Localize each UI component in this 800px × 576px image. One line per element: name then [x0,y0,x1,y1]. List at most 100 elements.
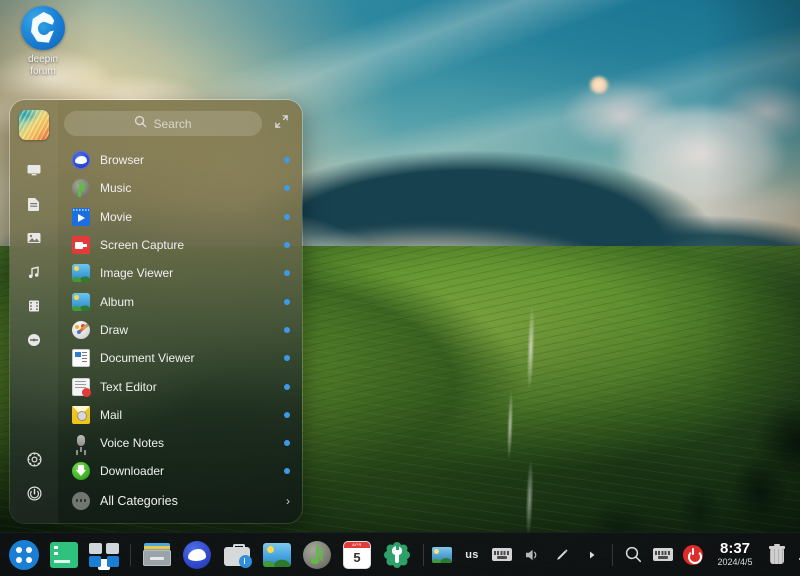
microphone-icon [72,434,90,452]
sidebar-item-graphics[interactable] [20,224,48,252]
sidebar-item-video[interactable] [20,292,48,320]
tray-item-shutdown[interactable] [679,541,707,569]
dock-item-settings[interactable] [379,537,415,573]
document-icon [72,349,90,367]
app-running-indicator [284,299,290,305]
music-note-icon [26,264,42,280]
launcher-sidebar [10,100,58,523]
tray-item-keyboard[interactable] [649,541,677,569]
app-item-downloader[interactable]: Downloader [58,457,302,485]
tray-item-brightness[interactable] [548,541,576,569]
app-label: Mail [100,408,274,422]
music-icon [303,541,331,569]
tray-item-search[interactable] [619,541,647,569]
launcher-menu[interactable]: Search Browser [9,99,303,524]
app-label: Browser [100,153,274,167]
tray-item-trash[interactable] [763,541,791,569]
app-item-image-viewer[interactable]: Image Viewer [58,259,302,287]
tray-item-notifications[interactable] [793,541,800,569]
document-icon [26,196,42,212]
grid-dots-icon [9,540,39,570]
clock-date: 2024/4/5 [717,557,752,568]
app-item-screen-capture[interactable]: Screen Capture [58,231,302,259]
monitor-icon [26,162,42,178]
expand-fullscreen-button[interactable] [270,113,292,135]
user-avatar[interactable] [19,110,49,140]
dock-separator [612,544,613,566]
launcher-button[interactable] [6,537,42,573]
desktop-icon-deepin-forum[interactable]: deepin forum [6,6,80,84]
app-running-indicator [284,355,290,361]
multitasking-icon [89,543,119,567]
app-running-indicator [284,412,290,418]
search-icon [624,545,643,564]
tray-expand-button[interactable] [578,541,606,569]
app-running-indicator [284,440,290,446]
volume-icon [523,546,541,564]
app-list[interactable]: Browser Music Movie Screen Capture I [58,144,302,523]
dock-item-terminal[interactable] [46,537,82,573]
dock-item-file-manager[interactable] [139,537,175,573]
sidebar-item-settings[interactable] [20,445,48,473]
app-label: Text Editor [100,380,274,394]
browser-icon [183,541,211,569]
app-store-icon [224,544,250,566]
tray-item-screenshot[interactable] [428,541,456,569]
gear-icon [26,451,43,468]
clock[interactable]: 8:37 2024/4/5 [709,541,761,568]
sidebar-item-display[interactable] [20,156,48,184]
app-item-browser[interactable]: Browser [58,146,302,174]
system-tray: us [428,541,800,569]
image-icon [26,230,42,246]
tray-item-keyboard-layout[interactable]: us [458,541,486,569]
taskbar-dock[interactable]: APR 5 us [0,532,800,576]
app-item-text-editor[interactable]: Text Editor [58,372,302,400]
movie-icon [72,208,90,226]
expand-arrows-icon [274,114,289,134]
tray-item-onboard-keyboard[interactable] [488,541,516,569]
search-input[interactable]: Search [64,111,262,136]
tray-item-volume[interactable] [518,541,546,569]
app-item-document-viewer[interactable]: Document Viewer [58,344,302,372]
dock-app-area: APR 5 [0,537,428,573]
deepin-logo-icon [21,6,65,50]
image-viewer-icon [263,543,291,567]
app-item-music[interactable]: Music [58,174,302,202]
app-running-indicator [284,384,290,390]
dock-item-app-store[interactable] [219,537,255,573]
app-item-movie[interactable]: Movie [58,203,302,231]
app-running-indicator [284,242,290,248]
sidebar-item-office[interactable] [20,190,48,218]
film-strip-icon [26,298,42,314]
app-item-mail[interactable]: Mail [58,401,302,429]
settings-icon [383,541,411,569]
dock-item-music[interactable] [299,537,335,573]
image-icon [72,264,90,282]
text-editor-icon [72,378,90,396]
launcher-main: Search Browser [58,100,302,523]
trash-icon [769,546,785,564]
draw-icon [72,321,90,339]
album-icon [72,293,90,311]
app-label: Downloader [100,464,274,478]
sidebar-item-system[interactable] [20,326,48,354]
dock-item-multitasking[interactable] [86,537,122,573]
sidebar-item-music[interactable] [20,258,48,286]
mail-icon [72,406,90,424]
app-item-album[interactable]: Album [58,287,302,315]
desktop-icon-label-line1: deepin [28,54,58,66]
calendar-day: 5 [344,549,370,567]
all-categories-label: All Categories [100,494,276,508]
app-item-voice-notes[interactable]: Voice Notes [58,429,302,457]
file-manager-icon [143,543,171,567]
dock-item-calendar[interactable]: APR 5 [339,537,375,573]
dock-item-image-viewer[interactable] [259,537,295,573]
dock-item-browser[interactable] [179,537,215,573]
app-label: Document Viewer [100,351,274,365]
app-running-indicator [284,185,290,191]
sidebar-item-power[interactable] [20,479,48,507]
download-icon [72,462,90,480]
all-categories-button[interactable]: All Categories › [58,486,302,516]
terminal-icon [50,542,78,568]
app-item-draw[interactable]: Draw [58,316,302,344]
